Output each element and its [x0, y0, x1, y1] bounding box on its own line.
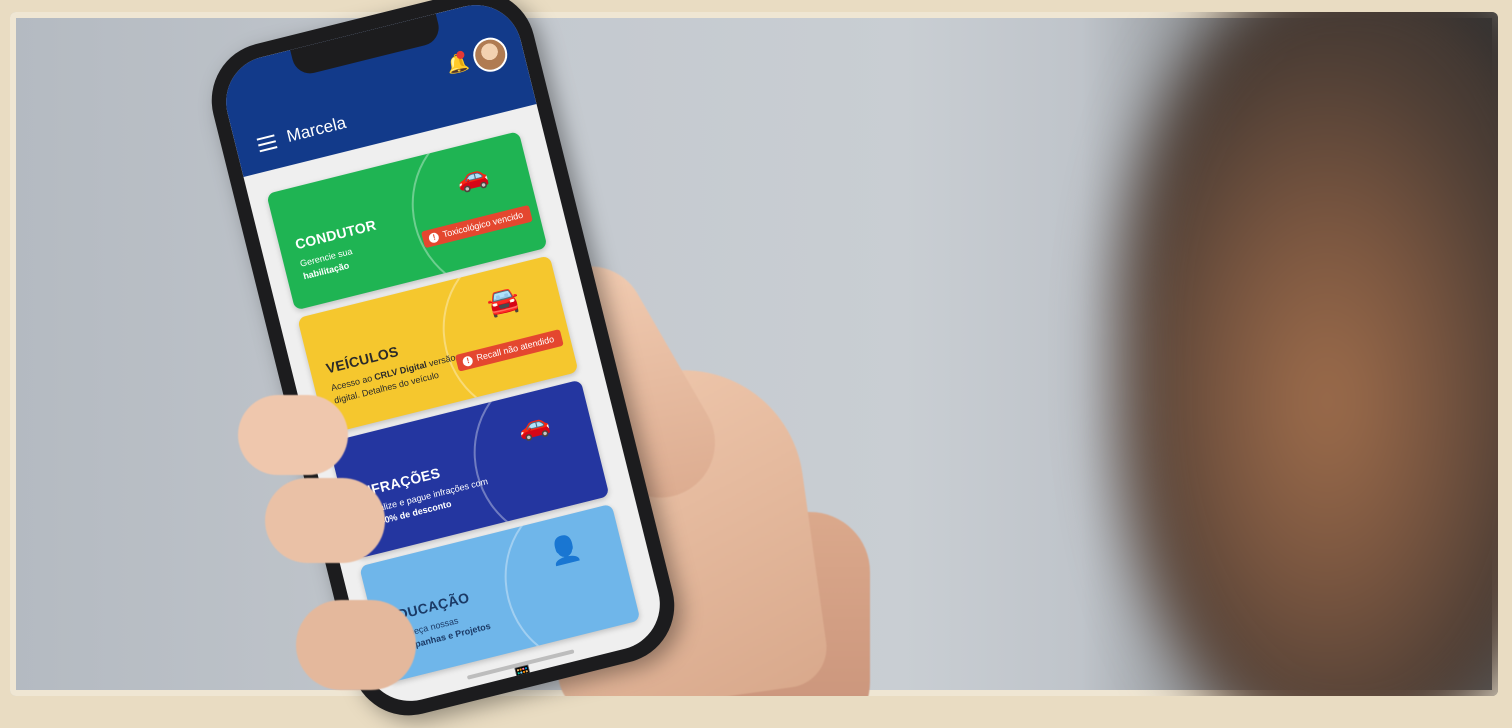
- hand-finger: [296, 600, 416, 690]
- hand-finger: [238, 395, 348, 475]
- alert-icon: !: [462, 355, 475, 368]
- hamburger-menu-icon[interactable]: [256, 134, 278, 153]
- card-decoration: [486, 503, 641, 684]
- hand-finger: [265, 478, 385, 563]
- user-name: Marcela: [284, 112, 349, 147]
- blurred-person: [1120, 12, 1498, 696]
- user-avatar[interactable]: [469, 34, 511, 76]
- alert-icon: !: [428, 231, 441, 244]
